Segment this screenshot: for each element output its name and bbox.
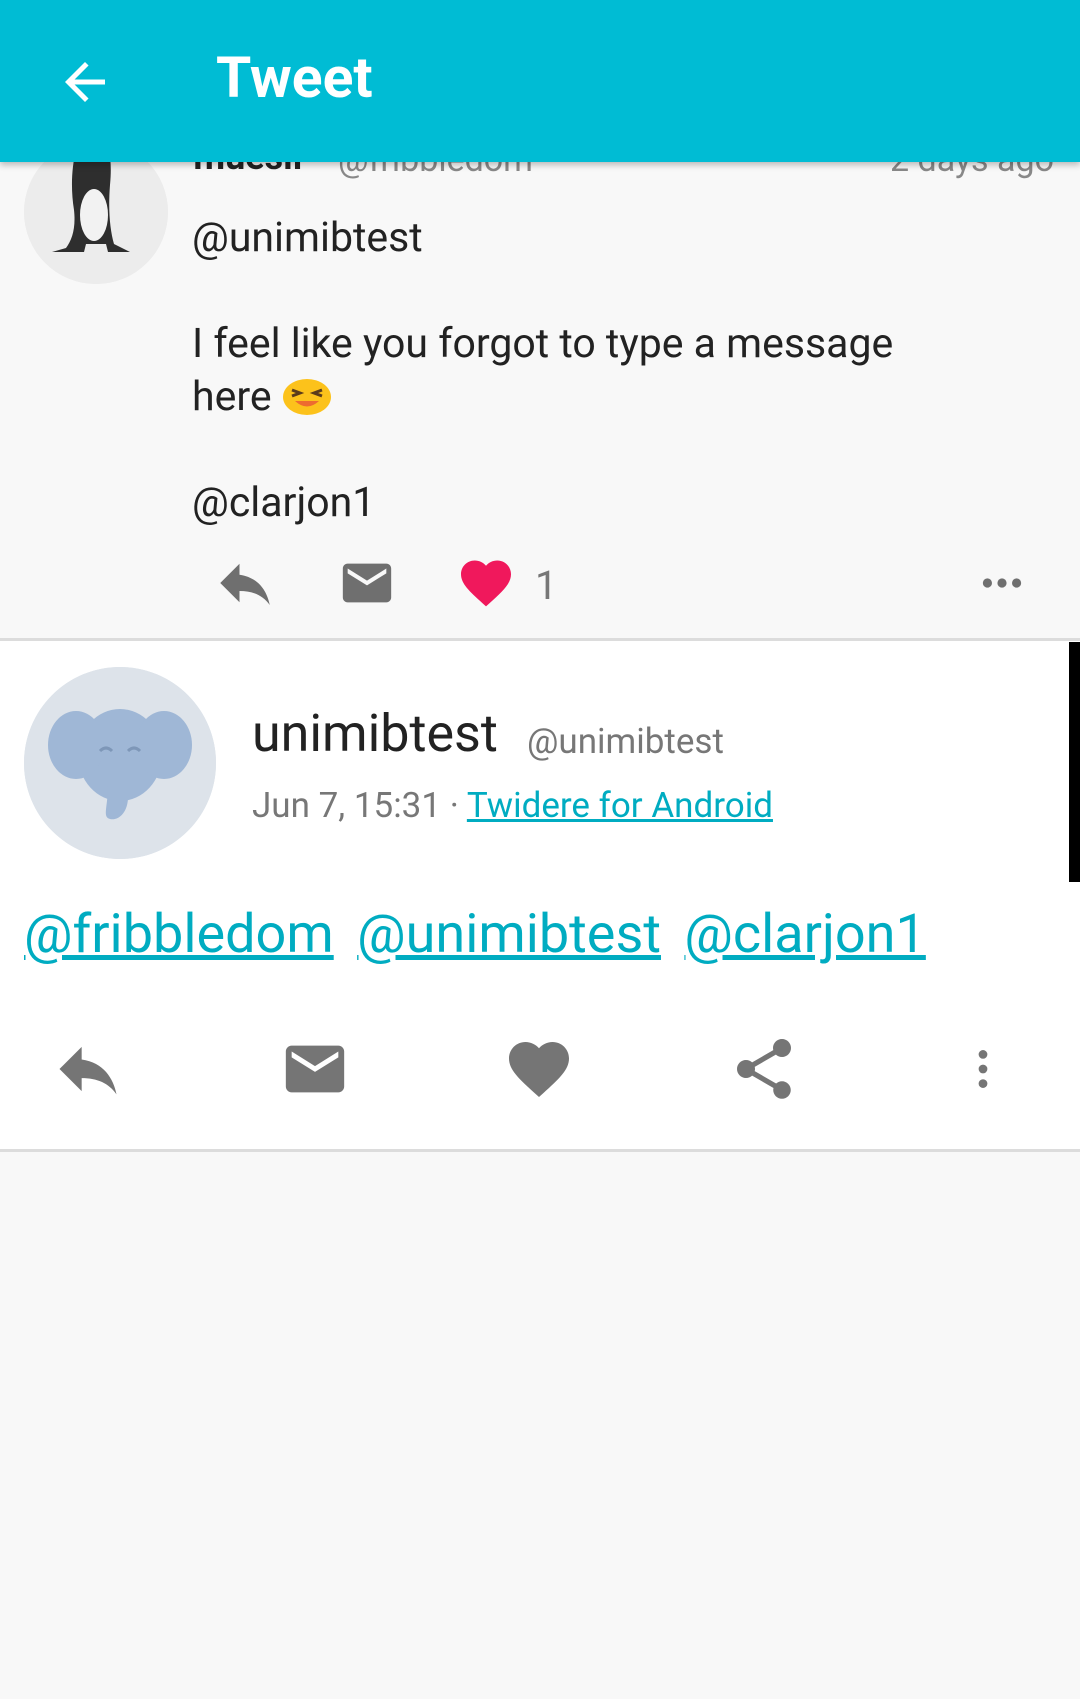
tweet-text: @unimibtest I feel like you forgot to ty… [192, 212, 1052, 530]
mail-icon[interactable] [280, 1031, 350, 1111]
source-link[interactable]: Twidere for Android [467, 785, 773, 826]
timestamp: Jun 7, 15:31 [252, 785, 442, 826]
message-line: I feel like you forgot to type a message [192, 320, 894, 368]
tweet-actions: 1 [0, 550, 1080, 630]
heart-icon[interactable] [456, 550, 516, 620]
mail-icon[interactable] [338, 550, 396, 620]
mention-link[interactable]: @fribbledom [24, 903, 334, 966]
app-bar: Tweet [0, 0, 1080, 162]
tweet-actions [0, 1031, 1080, 1121]
parent-tweet[interactable]: fnuesli @fribbledom 2 days ago @unimibte… [0, 150, 1080, 640]
reply-icon[interactable] [50, 1031, 126, 1111]
like-count: 1 [535, 562, 558, 609]
mention[interactable]: @clarjon1 [192, 479, 375, 527]
mention[interactable]: @unimibtest [192, 214, 423, 262]
main-tweet: unimibtest @unimibtest Jun 7, 15:31 · Tw… [0, 641, 1080, 1149]
tweet-text: @fribbledom @unimibtest @clarjon1 [24, 903, 936, 966]
default-avatar[interactable] [24, 667, 216, 859]
mention-link[interactable]: @clarjon1 [684, 903, 925, 966]
scrollbar[interactable] [1069, 642, 1080, 882]
more-horizontal-icon[interactable] [974, 558, 1030, 612]
laughing-face-emoji-icon [282, 374, 332, 416]
more-vertical-icon[interactable] [958, 1031, 1008, 1111]
message-line: here [192, 373, 272, 421]
heart-icon[interactable] [503, 1031, 575, 1111]
reply-icon[interactable] [212, 550, 278, 620]
tweet-meta: Jun 7, 15:31 · Twidere for Android [252, 785, 773, 826]
separator: · [449, 785, 459, 826]
author-name[interactable]: unimibtest [252, 703, 498, 764]
author-handle[interactable]: @unimibtest [527, 721, 724, 762]
back-arrow-icon[interactable] [55, 52, 115, 112]
avatar[interactable] [24, 150, 168, 284]
page-title: Tweet [216, 44, 373, 111]
share-icon[interactable] [728, 1031, 800, 1111]
mention-link[interactable]: @unimibtest [357, 903, 661, 966]
divider [0, 1149, 1080, 1152]
